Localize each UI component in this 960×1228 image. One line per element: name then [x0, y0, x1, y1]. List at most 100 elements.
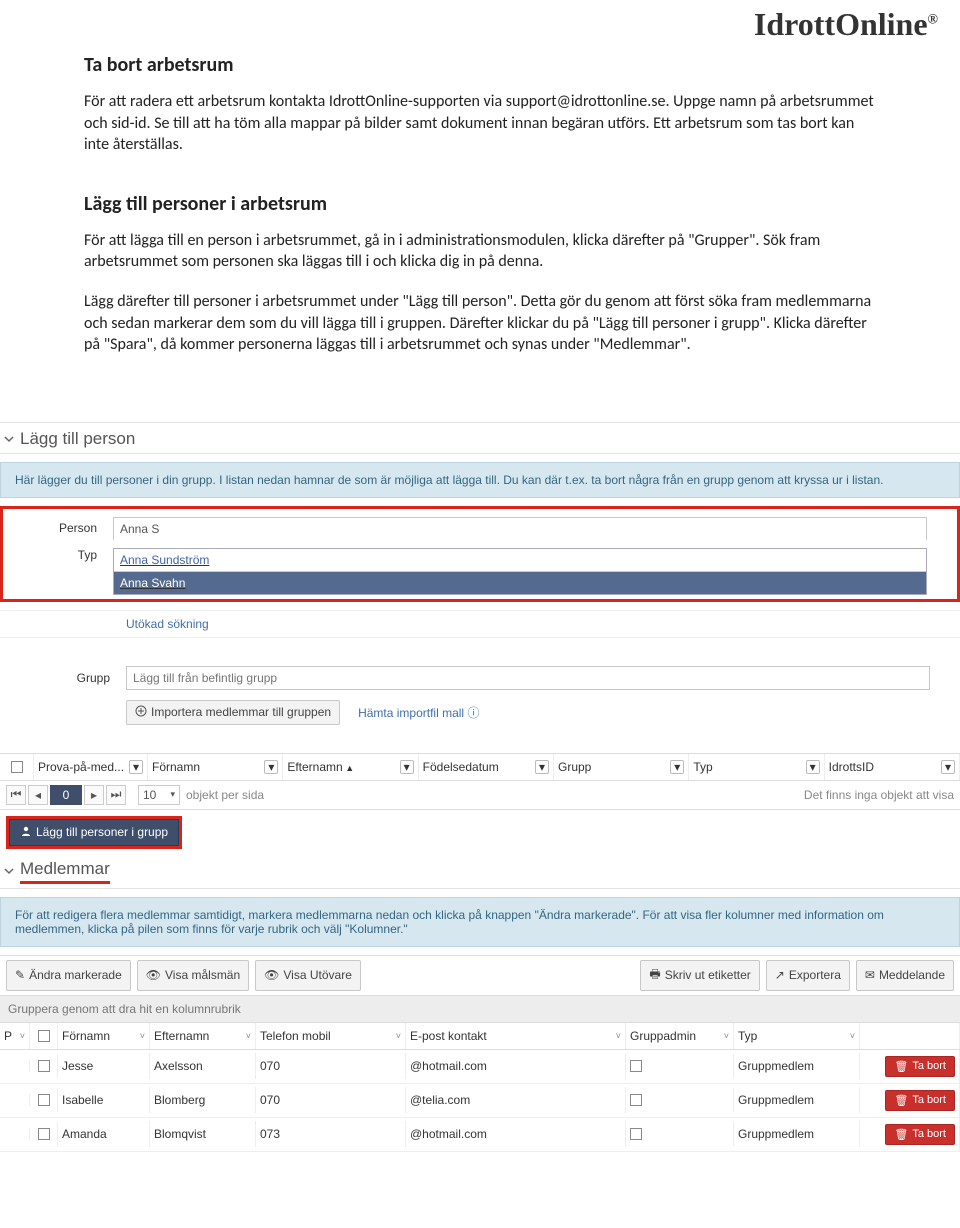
cell-phone: 070: [256, 1053, 406, 1079]
trash-icon: 🗑: [894, 1060, 908, 1073]
plus-circle-icon: [135, 705, 147, 720]
row-checkbox[interactable]: [30, 1054, 58, 1078]
column-header[interactable]: P˅: [0, 1023, 30, 1049]
brand-logo: IdrottOnline®: [0, 0, 960, 43]
info-banner: För att redigera flera medlemmar samtidi…: [0, 897, 960, 947]
column-header[interactable]: Efternamn˅: [150, 1023, 256, 1049]
cell-groupadmin[interactable]: [626, 1054, 734, 1078]
column-menu-icon[interactable]: ▾: [264, 760, 278, 774]
highlight-frame: Lägg till personer i grupp: [6, 816, 182, 849]
column-header[interactable]: Förnamn˅: [58, 1023, 150, 1049]
column-header[interactable]: Födelsedatum▾: [419, 754, 554, 780]
column-header[interactable]: IdrottsID▾: [825, 754, 960, 780]
import-members-button[interactable]: Importera medlemmar till gruppen: [126, 700, 340, 725]
paragraph: Lägg därefter till personer i arbetsrumm…: [84, 291, 876, 356]
show-practitioners-button[interactable]: 👁Visa Utövare: [255, 960, 361, 991]
label-person: Person: [33, 521, 113, 535]
page-size-select[interactable]: 10▾: [138, 785, 180, 805]
show-guardians-button[interactable]: 👁Visa målsmän: [137, 960, 249, 991]
cell-phone: 073: [256, 1121, 406, 1147]
paragraph: För att radera ett arbetsrum kontakta Id…: [84, 91, 876, 156]
table-row[interactable]: AmandaBlomqvist073@hotmail.comGruppmedle…: [0, 1118, 960, 1152]
grouping-drop-hint[interactable]: Gruppera genom att dra hit en kolumnrubr…: [0, 996, 960, 1023]
eye-icon: 👁: [264, 968, 279, 982]
column-header[interactable]: Grupp▾: [554, 754, 689, 780]
cell-type: Gruppmedlem: [734, 1121, 860, 1147]
chevron-down-icon: [4, 434, 14, 444]
cell-firstname: Amanda: [58, 1121, 150, 1147]
column-header-sorted[interactable]: Efternamn▾: [283, 754, 418, 780]
column-header[interactable]: Prova-på-med...▾: [34, 754, 148, 780]
autocomplete-dropdown: Anna Sundström Anna Svahn: [113, 548, 927, 595]
column-header[interactable]: Gruppadmin˅: [626, 1023, 734, 1049]
section-title: Lägg till person: [20, 429, 135, 449]
envelope-icon: ✉: [865, 968, 875, 982]
pager-next-button[interactable]: ▸: [84, 785, 104, 805]
pager-current-page: 0: [50, 785, 82, 805]
row-expand[interactable]: [0, 1094, 30, 1106]
cell-lastname: Axelsson: [150, 1053, 256, 1079]
row-checkbox[interactable]: [30, 1122, 58, 1146]
pager-prev-button[interactable]: ◂: [28, 785, 48, 805]
print-labels-button[interactable]: 🖶Skriv ut etiketter: [640, 960, 759, 991]
select-all-checkbox[interactable]: [0, 754, 34, 780]
cell-type: Gruppmedlem: [734, 1087, 860, 1113]
person-search-input[interactable]: Anna S: [113, 517, 927, 540]
autocomplete-option-selected[interactable]: Anna Svahn: [114, 572, 926, 594]
edit-selected-button[interactable]: ✎Ändra markerade: [6, 960, 131, 991]
row-expand[interactable]: [0, 1060, 30, 1072]
info-banner: Här lägger du till personer i din grupp.…: [0, 462, 960, 498]
export-button[interactable]: ↗Exportera: [766, 960, 850, 991]
pager-last-button[interactable]: ⏭: [106, 785, 126, 805]
paragraph: För att lägga till en person i arbetsrum…: [84, 230, 876, 273]
heading-add-persons: Lägg till personer i arbetsrum: [84, 192, 876, 216]
column-menu-icon[interactable]: ▾: [400, 760, 414, 774]
row-expand[interactable]: [0, 1128, 30, 1140]
cell-groupadmin[interactable]: [626, 1122, 734, 1146]
cell-firstname: Isabelle: [58, 1087, 150, 1113]
trash-icon: 🗑: [894, 1128, 908, 1141]
members-grid-header: P˅ Förnamn˅ Efternamn˅ Telefon mobil˅ E-…: [0, 1023, 960, 1050]
highlight-frame: Person Anna S Typ Anna Sundström Anna Sv…: [0, 506, 960, 602]
page-size-label: objekt per sida: [186, 788, 264, 802]
column-header[interactable]: E-post kontakt˅: [406, 1023, 626, 1049]
trash-icon: 🗑: [894, 1094, 908, 1107]
group-input[interactable]: [126, 666, 930, 690]
cell-groupadmin[interactable]: [626, 1088, 734, 1112]
heading-remove-workspace: Ta bort arbetsrum: [84, 53, 876, 77]
delete-row-button[interactable]: 🗑Ta bort: [885, 1090, 955, 1111]
cell-email: @hotmail.com: [406, 1121, 626, 1147]
row-checkbox[interactable]: [30, 1088, 58, 1112]
section-toggle-members[interactable]: Medlemmar: [0, 853, 960, 889]
column-header[interactable]: Typ▾: [689, 754, 824, 780]
column-menu-icon[interactable]: ▾: [941, 760, 955, 774]
table-row[interactable]: IsabelleBlomberg070@telia.comGruppmedlem…: [0, 1084, 960, 1118]
pager-first-button[interactable]: ⏮: [6, 785, 26, 805]
eye-icon: 👁: [146, 968, 161, 982]
column-menu-icon[interactable]: ▾: [535, 760, 549, 774]
cell-email: @telia.com: [406, 1087, 626, 1113]
column-header[interactable]: Telefon mobil˅: [256, 1023, 406, 1049]
delete-row-button[interactable]: 🗑Ta bort: [885, 1124, 955, 1145]
download-template-link[interactable]: Hämta importfil mall ⓘ: [358, 704, 479, 721]
person-icon: [20, 825, 32, 840]
section-toggle-add-person[interactable]: Lägg till person: [0, 422, 960, 454]
table-row[interactable]: JesseAxelsson070@hotmail.comGruppmedlem🗑…: [0, 1050, 960, 1084]
autocomplete-option[interactable]: Anna Sundström: [114, 549, 926, 572]
pencil-icon: ✎: [15, 968, 25, 982]
column-header[interactable]: Typ˅: [734, 1023, 860, 1049]
delete-row-button[interactable]: 🗑Ta bort: [885, 1056, 955, 1077]
select-all-checkbox[interactable]: [30, 1023, 58, 1049]
column-menu-icon[interactable]: ▾: [806, 760, 820, 774]
column-menu-icon[interactable]: ▾: [670, 760, 684, 774]
section-title: Medlemmar: [20, 859, 110, 884]
extended-search-link[interactable]: Utökad sökning: [126, 617, 209, 631]
cell-type: Gruppmedlem: [734, 1053, 860, 1079]
download-icon: ⓘ: [467, 706, 479, 720]
chevron-down-icon: [4, 866, 14, 876]
message-button[interactable]: ✉Meddelande: [856, 960, 954, 991]
column-menu-icon[interactable]: ▾: [129, 760, 143, 774]
column-header[interactable]: Förnamn▾: [148, 754, 283, 780]
grid-empty-message: Det finns inga objekt att visa: [804, 788, 954, 802]
add-persons-to-group-button[interactable]: Lägg till personer i grupp: [9, 819, 179, 846]
